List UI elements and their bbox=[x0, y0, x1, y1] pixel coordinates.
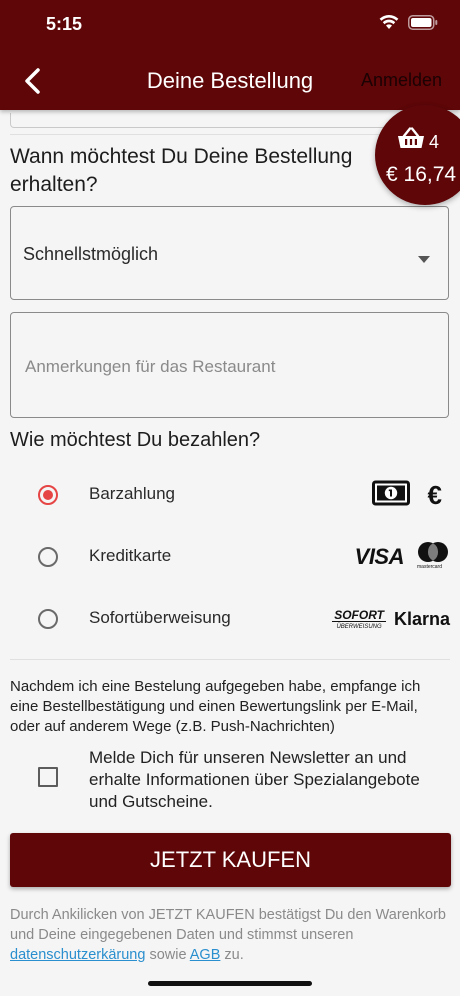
radio-cash[interactable] bbox=[38, 485, 58, 505]
battery-icon bbox=[408, 14, 438, 30]
sofort-logo-title: SOFORT bbox=[332, 607, 386, 622]
restaurant-notes-field[interactable] bbox=[10, 312, 449, 418]
privacy-policy-link[interactable]: datenschutzerkärung bbox=[10, 947, 145, 963]
wifi-icon bbox=[379, 14, 399, 30]
legal-notice: Durch Ankilicken von JETZT KAUFEN bestät… bbox=[10, 905, 450, 965]
newsletter-option: Melde Dich für unseren Newsletter an und… bbox=[0, 745, 460, 815]
payment-logos-cash: € bbox=[371, 479, 450, 511]
status-time: 5:15 bbox=[46, 14, 83, 34]
payment-option-sofort[interactable]: Sofortüberweisung SOFORT ÜBERWEISUNG Kla… bbox=[0, 597, 460, 641]
divider bbox=[10, 659, 450, 660]
payment-label-creditcard: Kreditkarte bbox=[89, 546, 172, 565]
delivery-time-select[interactable]: Schnellstmöglich bbox=[10, 206, 449, 300]
app-header: 5:15 Deine Bestellung Anmelden bbox=[0, 0, 460, 110]
klarna-logo: Klarna bbox=[393, 608, 450, 629]
legal-text-middle: sowie bbox=[145, 947, 190, 963]
payment-logos-creditcard: VISA mastercard bbox=[355, 541, 450, 573]
newsletter-label[interactable]: Melde Dich für unseren Newsletter an und… bbox=[89, 747, 444, 813]
login-link[interactable]: Anmelden bbox=[361, 70, 442, 91]
caret-down-icon bbox=[418, 250, 430, 268]
sofort-logo-sub: ÜBERWEISUNG bbox=[336, 623, 382, 630]
consent-notice: Nachdem ich eine Bestelung aufgegeben ha… bbox=[10, 678, 421, 735]
home-indicator bbox=[148, 981, 312, 986]
delivery-time-value: Schnellstmöglich bbox=[23, 244, 159, 264]
visa-logo: VISA bbox=[354, 544, 405, 569]
mastercard-logo: mastercard bbox=[416, 541, 450, 573]
cart-badge[interactable]: 4 € 16,74 bbox=[375, 105, 460, 205]
radio-sofort[interactable] bbox=[38, 609, 58, 629]
sofort-logo: SOFORT ÜBERWEISUNG bbox=[332, 609, 386, 630]
payment-label-cash: Barzahlung bbox=[89, 484, 176, 503]
banknote-icon bbox=[371, 480, 410, 511]
buy-now-button[interactable]: JETZT KAUFEN bbox=[10, 833, 451, 887]
legal-text-start: Durch Ankilicken von JETZT KAUFEN bestät… bbox=[10, 907, 446, 943]
delivery-time-heading: Wann möchtest Du Deine Bestellung erhalt… bbox=[10, 145, 353, 196]
newsletter-checkbox[interactable] bbox=[38, 767, 58, 787]
cart-count: 4 bbox=[429, 132, 440, 152]
euro-icon: € bbox=[427, 479, 442, 510]
payment-label-sofort: Sofortüberweisung bbox=[89, 608, 231, 627]
radio-creditcard[interactable] bbox=[38, 547, 58, 567]
payment-logos-sofort: SOFORT ÜBERWEISUNG Klarna bbox=[332, 603, 450, 635]
payment-option-cash[interactable]: Barzahlung € bbox=[0, 473, 460, 517]
payment-option-creditcard[interactable]: Kreditkarte VISA mastercard bbox=[0, 535, 460, 579]
legal-text-end: zu. bbox=[220, 947, 244, 963]
basket-icon bbox=[397, 127, 425, 154]
cart-total: € 16,74 bbox=[386, 163, 457, 186]
status-icons bbox=[379, 14, 438, 30]
restaurant-notes-input[interactable] bbox=[23, 355, 427, 389]
terms-link[interactable]: AGB bbox=[190, 947, 221, 963]
mastercard-wordmark: mastercard bbox=[417, 564, 443, 570]
payment-heading: Wie möchtest Du bezahlen? bbox=[10, 429, 261, 451]
